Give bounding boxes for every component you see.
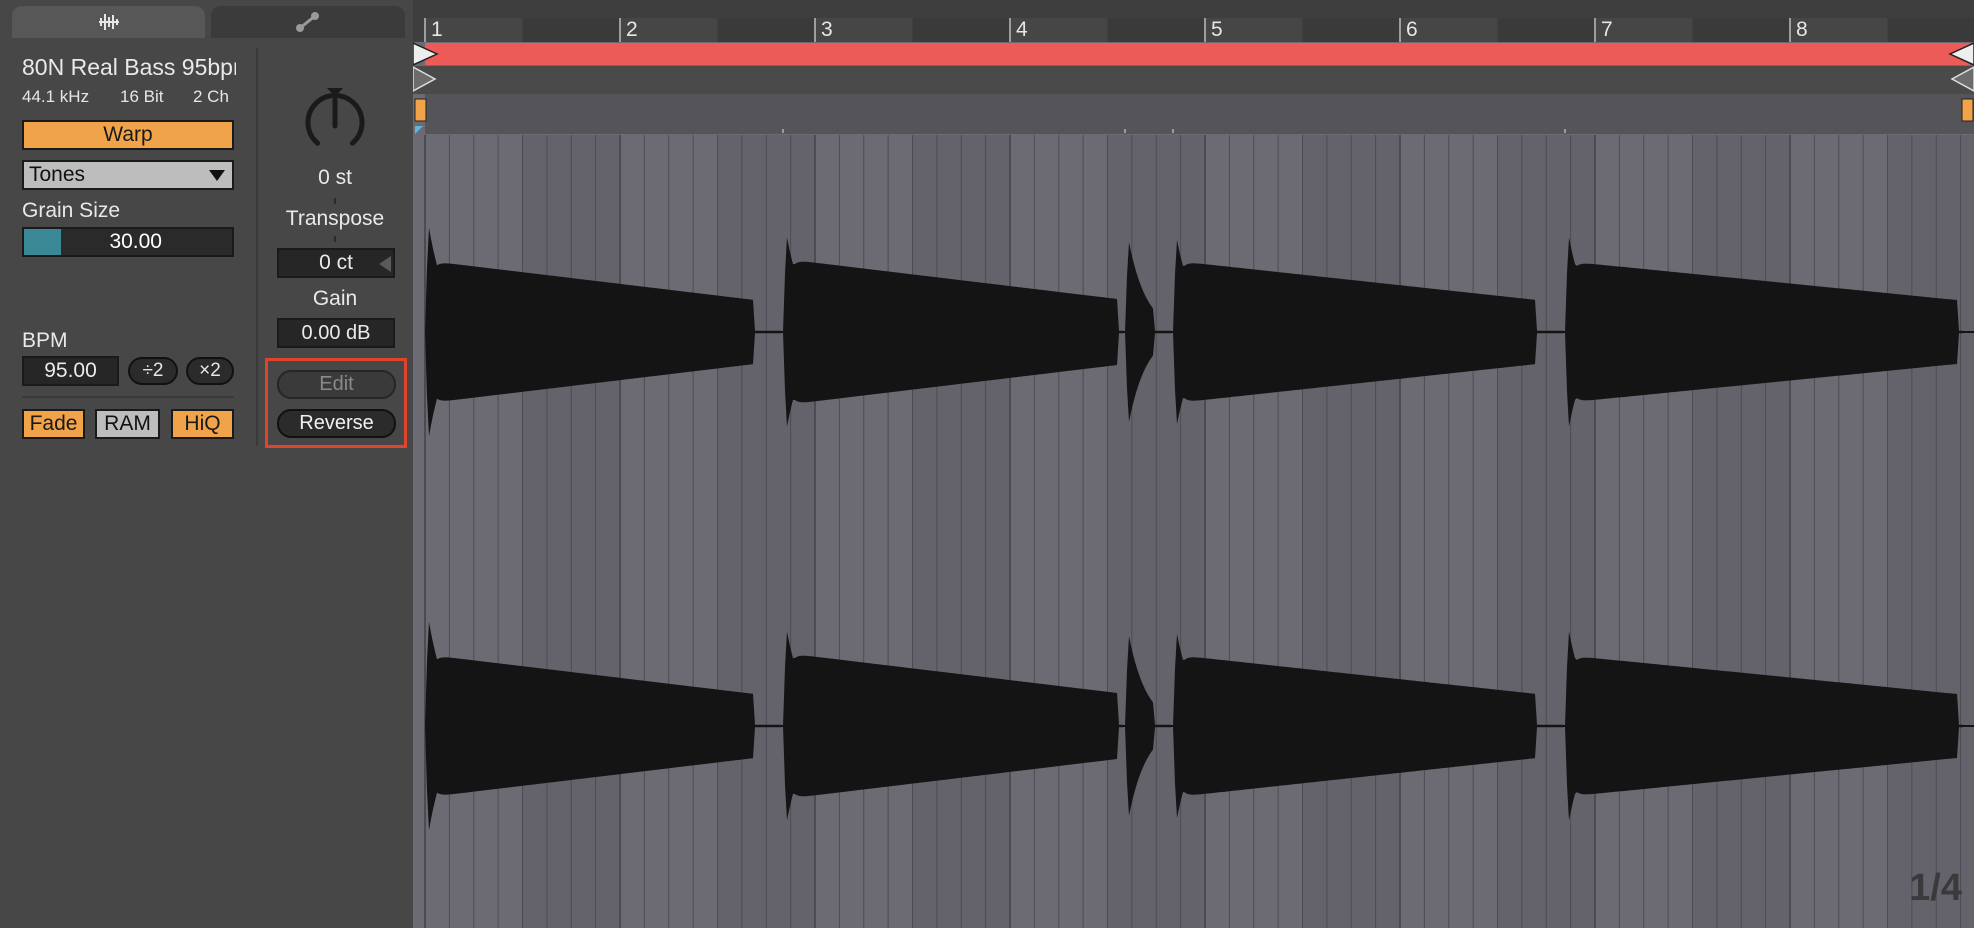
- sample-waveform-icon: [98, 14, 119, 30]
- divider: [334, 236, 336, 242]
- marker-overlay: [413, 42, 1974, 134]
- loop-end-marker[interactable]: [1948, 42, 1974, 66]
- detune-field[interactable]: 0 ct: [277, 248, 395, 278]
- transient-marker: [1564, 129, 1566, 133]
- zoom-level: 1/4: [1909, 867, 1962, 909]
- fade-button[interactable]: Fade: [22, 409, 85, 439]
- waveform-display[interactable]: [413, 135, 1974, 928]
- grain-size-slider[interactable]: 30.00: [22, 227, 234, 257]
- transpose-knob[interactable]: [297, 86, 373, 162]
- hiq-button[interactable]: HiQ: [171, 409, 234, 439]
- playhead-start-icon: [415, 126, 423, 134]
- divider: [334, 198, 336, 204]
- clip-name: 80N Real Bass 95bpm: [22, 54, 236, 80]
- channel-count: 2 Ch: [193, 87, 229, 106]
- detune-arrow-icon: [379, 256, 391, 272]
- transient-marker: [1124, 129, 1126, 133]
- warp-mode-value: Tones: [29, 163, 86, 186]
- transient-marker: [782, 129, 784, 133]
- grain-size-fill: [24, 229, 62, 255]
- beat-band: [1936, 135, 1974, 928]
- double-tempo-button[interactable]: ×2: [186, 357, 234, 385]
- transpose-label: Transpose: [285, 207, 385, 230]
- sample-properties-panel: 80N Real Bass 95bpm 44.1 kHz 16 Bit 2 Ch…: [0, 0, 413, 928]
- start-marker[interactable]: [413, 66, 437, 92]
- envelope-node-icon: [296, 12, 319, 32]
- dropdown-arrow-icon: [209, 170, 225, 181]
- clip-view: 80N Real Bass 95bpm 44.1 kHz 16 Bit 2 Ch…: [0, 0, 1974, 928]
- edit-button[interactable]: Edit: [277, 370, 396, 399]
- sample-rate: 44.1 kHz: [22, 87, 90, 106]
- tab-envelopes[interactable]: [211, 6, 405, 38]
- transient-marker: [1172, 129, 1174, 133]
- divider: [256, 48, 258, 446]
- end-marker[interactable]: [1950, 66, 1974, 92]
- ram-button[interactable]: RAM: [95, 409, 160, 439]
- reverse-button[interactable]: Reverse: [277, 409, 396, 438]
- warp-end-marker[interactable]: [1961, 98, 1974, 122]
- warp-mode-select[interactable]: Tones: [22, 160, 234, 190]
- bpm-field[interactable]: 95.00: [22, 356, 119, 386]
- warp-start-marker[interactable]: [414, 98, 427, 122]
- loop-start-marker[interactable]: [413, 42, 439, 66]
- grain-size-label: Grain Size: [22, 199, 121, 222]
- detune-value: 0 ct: [319, 251, 353, 274]
- divider: [22, 396, 234, 398]
- gain-label: Gain: [312, 287, 358, 310]
- bpm-label: BPM: [22, 329, 68, 352]
- gain-field[interactable]: 0.00 dB: [277, 318, 395, 348]
- warp-button[interactable]: Warp: [22, 120, 234, 150]
- halve-tempo-button[interactable]: ÷2: [128, 357, 178, 385]
- transpose-value: 0 st: [318, 166, 352, 189]
- tab-sample[interactable]: [12, 6, 205, 38]
- grain-size-value: 30.00: [109, 230, 162, 253]
- sample-editor: 12345678 1/4: [413, 0, 1974, 928]
- bit-depth: 16 Bit: [120, 87, 164, 106]
